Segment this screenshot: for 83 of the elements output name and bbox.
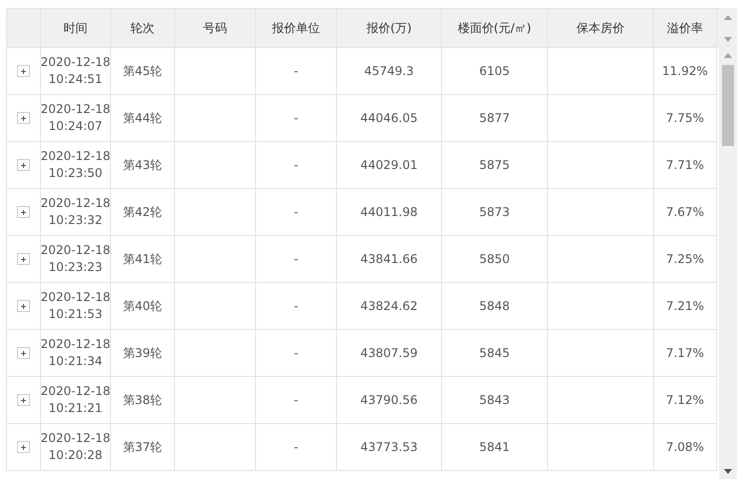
- plus-icon: [21, 304, 26, 308]
- table-cell: 第40轮: [111, 283, 175, 330]
- table-cell: 第43轮: [111, 142, 175, 189]
- table-cell: 7.75%: [654, 95, 717, 142]
- plus-icon: [21, 210, 26, 214]
- table-cell: -: [256, 330, 337, 377]
- table-cell: -: [256, 283, 337, 330]
- expand-toggle[interactable]: [17, 112, 30, 124]
- table-cell: 43807.59: [337, 330, 442, 377]
- plus-icon: [21, 350, 26, 356]
- table-cell: 5877: [442, 95, 548, 142]
- plus-icon: [21, 444, 26, 450]
- column-header: 轮次: [111, 9, 175, 48]
- scroll-thumb[interactable]: [722, 65, 734, 146]
- expand-toggle[interactable]: [17, 206, 30, 218]
- table-cell: 5850: [442, 236, 548, 283]
- scroll-down-icon[interactable]: [724, 469, 732, 474]
- table-cell: 2020-12-18 10:23:50: [41, 142, 111, 189]
- table-cell: 第45轮: [111, 48, 175, 95]
- column-header: 溢价率: [654, 9, 717, 48]
- table-cell: 43773.53: [337, 424, 442, 471]
- table-cell: -: [256, 424, 337, 471]
- table-cell: -: [256, 189, 337, 236]
- plus-icon: [21, 162, 26, 168]
- table-cell: -: [256, 142, 337, 189]
- plus-icon: [21, 116, 26, 120]
- table-cell: 7.08%: [654, 424, 717, 471]
- table-cell: 第37轮: [111, 424, 175, 471]
- expand-toggle[interactable]: [17, 65, 30, 77]
- table-cell: 7.17%: [654, 330, 717, 377]
- table-cell: 2020-12-18 10:21:53: [41, 283, 111, 330]
- table-cell: 6105: [442, 48, 548, 95]
- table-cell: 2020-12-18 10:23:23: [41, 236, 111, 283]
- expand-toggle[interactable]: [17, 394, 30, 406]
- table-cell: 第44轮: [111, 95, 175, 142]
- plus-icon: [21, 398, 26, 402]
- table-cell: 45749.3: [337, 48, 442, 95]
- table-cell: 第41轮: [111, 236, 175, 283]
- table-cell: 第39轮: [111, 330, 175, 377]
- expand-toggle[interactable]: [17, 300, 30, 312]
- table-cell: 43841.66: [337, 236, 442, 283]
- table-cell: 5845: [442, 330, 548, 377]
- column-header: 号码: [175, 9, 256, 48]
- table-cell: 44029.01: [337, 142, 442, 189]
- scrollbar[interactable]: [719, 8, 737, 479]
- table-cell: 11.92%: [654, 48, 717, 95]
- table-cell: 2020-12-18 10:21:34: [41, 330, 111, 377]
- plus-icon: [21, 256, 26, 262]
- table-cell: 43790.56: [337, 377, 442, 424]
- column-header: 楼面价(元/㎡): [442, 9, 548, 48]
- expand-toggle[interactable]: [17, 253, 30, 265]
- table-cell: 2020-12-18 10:21:21: [41, 377, 111, 424]
- plus-icon: [21, 68, 26, 74]
- table-cell: 5875: [442, 142, 548, 189]
- expand-toggle[interactable]: [17, 347, 30, 359]
- table-cell: 5843: [442, 377, 548, 424]
- table-cell: 5873: [442, 189, 548, 236]
- table-cell: -: [256, 236, 337, 283]
- table-cell: -: [256, 48, 337, 95]
- table-cell: 7.21%: [654, 283, 717, 330]
- table-cell: 第42轮: [111, 189, 175, 236]
- table-cell: -: [256, 377, 337, 424]
- table-cell: 44046.05: [337, 95, 442, 142]
- table-cell: 2020-12-18 10:24:51: [41, 48, 111, 95]
- table-cell: 2020-12-18 10:24:07: [41, 95, 111, 142]
- expand-toggle[interactable]: [17, 159, 30, 171]
- table-cell: 5848: [442, 283, 548, 330]
- table-cell: 44011.98: [337, 189, 442, 236]
- table-cell: 第38轮: [111, 377, 175, 424]
- table-cell: 2020-12-18 10:20:28: [41, 424, 111, 471]
- column-header: 报价(万): [337, 9, 442, 48]
- table-cell: 43824.62: [337, 283, 442, 330]
- column-header: 保本房价: [548, 9, 654, 48]
- column-header: 报价单位: [256, 9, 337, 48]
- table-cell: -: [256, 95, 337, 142]
- table-cell: 7.67%: [654, 189, 717, 236]
- table-cell: 7.71%: [654, 142, 717, 189]
- expand-toggle[interactable]: [17, 441, 30, 453]
- column-header: 时间: [41, 9, 111, 48]
- table-cell: 5841: [442, 424, 548, 471]
- table-cell: 7.25%: [654, 236, 717, 283]
- table-cell: 7.12%: [654, 377, 717, 424]
- table-cell: 2020-12-18 10:23:32: [41, 189, 111, 236]
